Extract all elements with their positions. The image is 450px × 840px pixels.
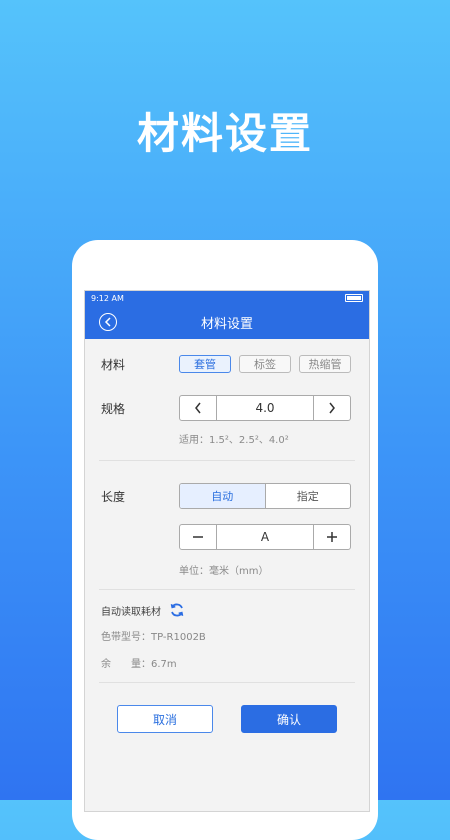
material-row: 材料 套管 标签 热缩管 — [101, 355, 353, 373]
promo-title: 材料设置 — [136, 109, 313, 158]
spec-increase-button[interactable] — [314, 396, 350, 420]
spec-decrease-button[interactable] — [180, 396, 216, 420]
ribbon-model-value: TP-R1002B — [151, 632, 206, 643]
length-stepper: A — [179, 524, 351, 550]
divider — [99, 460, 355, 461]
ribbon-model: 色带型号：TP-R1002B — [101, 628, 353, 643]
spec-stepper: 4.0 — [179, 395, 351, 421]
material-label: 材料 — [101, 357, 126, 372]
action-row: 取消 确认 — [101, 705, 353, 733]
length-mode-auto[interactable]: 自动 — [180, 484, 266, 508]
nav-bar: 材料设置 — [85, 305, 369, 339]
remaining-amount: 余 量：6.7m — [101, 655, 353, 670]
spec-hint: 适用：1.5²、2.5²、4.0² — [179, 435, 289, 446]
remaining-label: 余 量： — [101, 659, 151, 670]
refresh-icon[interactable] — [169, 602, 185, 618]
material-option-sleeve[interactable]: 套管 — [179, 355, 231, 373]
battery-icon — [345, 294, 363, 302]
length-mode-specify[interactable]: 指定 — [266, 484, 351, 508]
length-row: 长度 自动 指定 — [101, 483, 353, 509]
page-title: 材料设置 — [200, 316, 253, 332]
spec-label: 规格 — [101, 401, 126, 416]
phone-frame: 9:12 AM 材料设置 材料 套管 标签 热缩管 规格 4.0 适用：1.5²… — [72, 240, 378, 840]
remaining-value: 6.7m — [151, 659, 177, 670]
length-value: A — [216, 525, 314, 549]
material-option-heat-shrink[interactable]: 热缩管 — [299, 355, 351, 373]
spec-row: 规格 4.0 — [101, 395, 353, 421]
length-label: 长度 — [101, 489, 126, 504]
minus-icon — [193, 536, 203, 538]
length-stepper-row: A — [101, 524, 353, 550]
status-time: 9:12 AM — [91, 293, 124, 303]
length-mode-toggle: 自动 指定 — [179, 483, 351, 509]
ribbon-model-label: 色带型号： — [101, 632, 151, 643]
material-option-label[interactable]: 标签 — [239, 355, 291, 373]
plus-icon — [327, 532, 337, 542]
app-screen: 9:12 AM 材料设置 材料 套管 标签 热缩管 规格 4.0 适用：1.5²… — [84, 290, 370, 812]
length-decrease-button[interactable] — [180, 525, 216, 549]
auto-read-label: 自动读取耗材 — [101, 606, 161, 618]
chevron-left-icon — [195, 402, 201, 414]
back-button[interactable] — [99, 313, 117, 331]
length-increase-button[interactable] — [314, 525, 350, 549]
length-unit-hint: 单位：毫米（mm） — [179, 566, 269, 577]
divider — [99, 682, 355, 683]
confirm-button[interactable]: 确认 — [241, 705, 337, 733]
auto-read-row: 自动读取耗材 — [101, 602, 353, 618]
divider — [99, 589, 355, 590]
cancel-button[interactable]: 取消 — [117, 705, 213, 733]
chevron-left-icon — [104, 317, 111, 327]
spec-value: 4.0 — [216, 396, 314, 420]
status-bar: 9:12 AM — [85, 291, 369, 305]
chevron-right-icon — [329, 402, 335, 414]
form-content: 材料 套管 标签 热缩管 规格 4.0 适用：1.5²、2.5²、4.0² 长度… — [85, 355, 369, 733]
